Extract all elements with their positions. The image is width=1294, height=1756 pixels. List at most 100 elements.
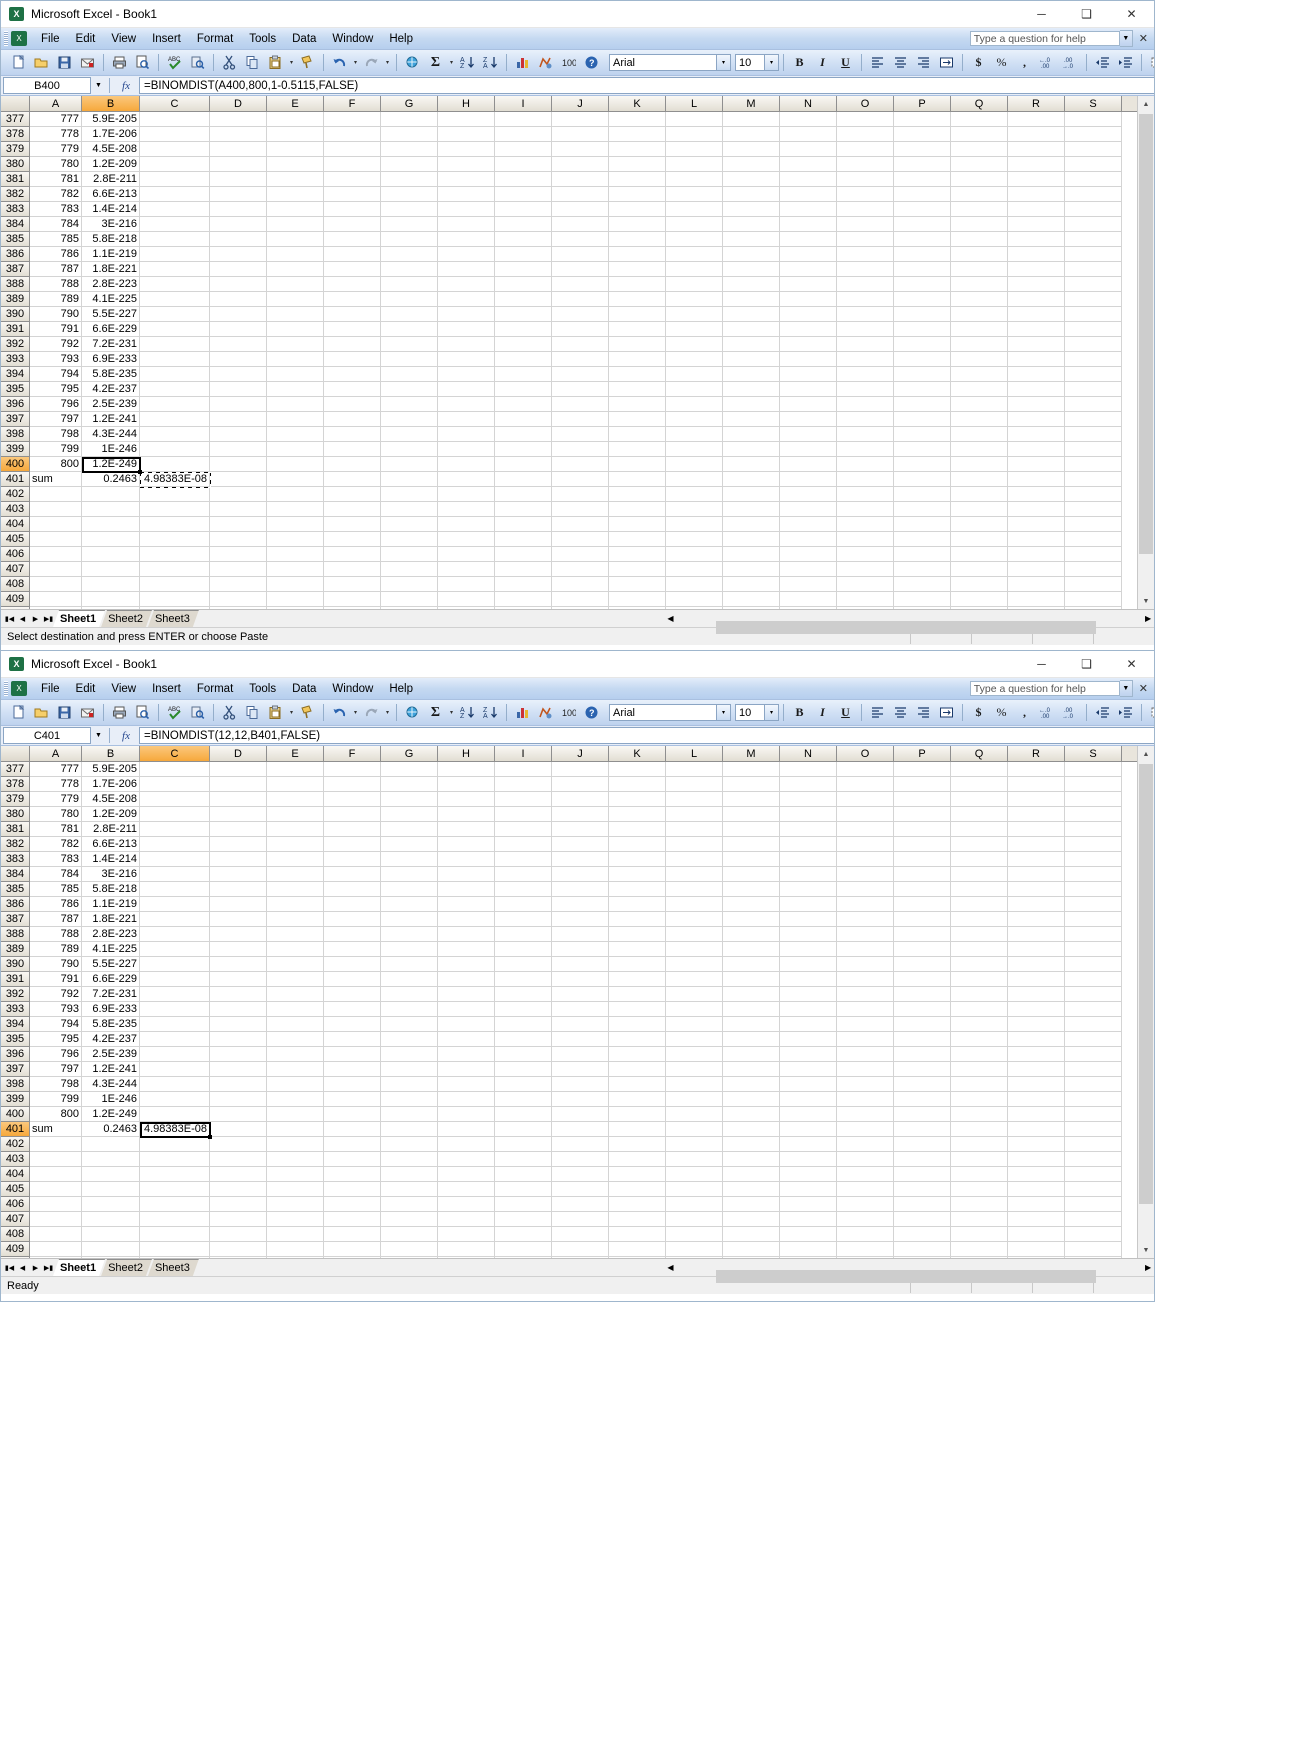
cell-B397[interactable]: 1.2E-241 bbox=[82, 1062, 140, 1077]
cell-F408[interactable] bbox=[324, 1227, 381, 1242]
cell-M393[interactable] bbox=[723, 1002, 780, 1017]
cell-M409[interactable] bbox=[723, 592, 780, 607]
table-row[interactable]: 796 2.5E-239 bbox=[30, 397, 1154, 412]
cell-B384[interactable]: 3E-216 bbox=[82, 867, 140, 882]
italic-button[interactable]: I bbox=[812, 702, 833, 723]
cell-R396[interactable] bbox=[1008, 1047, 1065, 1062]
row-header-404[interactable]: 404 bbox=[1, 1167, 30, 1182]
column-header-d[interactable]: D bbox=[210, 746, 267, 761]
menu-edit[interactable]: Edit bbox=[68, 31, 104, 47]
cell-O381[interactable] bbox=[837, 822, 894, 837]
cell-A388[interactable]: 788 bbox=[30, 277, 82, 292]
cell-Q383[interactable] bbox=[951, 852, 1008, 867]
row-header-397[interactable]: 397 bbox=[1, 412, 30, 427]
cell-I408[interactable] bbox=[495, 1227, 552, 1242]
cell-D387[interactable] bbox=[210, 262, 267, 277]
cell-H397[interactable] bbox=[438, 412, 495, 427]
cell-J408[interactable] bbox=[552, 577, 609, 592]
cell-N410[interactable] bbox=[780, 1257, 837, 1258]
mail-icon[interactable] bbox=[77, 702, 98, 723]
cell-G403[interactable] bbox=[381, 502, 438, 517]
table-row[interactable]: 790 5.5E-227 bbox=[30, 957, 1154, 972]
cell-H385[interactable] bbox=[438, 882, 495, 897]
cell-Q393[interactable] bbox=[951, 352, 1008, 367]
table-row[interactable]: 790 5.5E-227 bbox=[30, 307, 1154, 322]
paste-icon[interactable] bbox=[265, 702, 286, 723]
cell-H383[interactable] bbox=[438, 202, 495, 217]
cell-B387[interactable]: 1.8E-221 bbox=[82, 912, 140, 927]
cell-C389[interactable] bbox=[140, 292, 210, 307]
cell-A386[interactable]: 786 bbox=[30, 897, 82, 912]
cell-R401[interactable] bbox=[1008, 1122, 1065, 1137]
minimize-button[interactable]: ─ bbox=[1019, 651, 1064, 677]
cell-G409[interactable] bbox=[381, 1242, 438, 1257]
sort-descending-icon[interactable]: ZA bbox=[480, 702, 501, 723]
cell-M401[interactable] bbox=[723, 472, 780, 487]
cell-D403[interactable] bbox=[210, 1152, 267, 1167]
cell-P410[interactable] bbox=[894, 1257, 951, 1258]
cell-H401[interactable] bbox=[438, 1122, 495, 1137]
cell-B386[interactable]: 1.1E-219 bbox=[82, 247, 140, 262]
cell-M392[interactable] bbox=[723, 987, 780, 1002]
cell-A408[interactable] bbox=[30, 577, 82, 592]
cell-G393[interactable] bbox=[381, 352, 438, 367]
decrease-indent-button[interactable] bbox=[1092, 52, 1113, 73]
cell-C404[interactable] bbox=[140, 1167, 210, 1182]
cell-P385[interactable] bbox=[894, 882, 951, 897]
cell-P383[interactable] bbox=[894, 852, 951, 867]
cell-F404[interactable] bbox=[324, 1167, 381, 1182]
cell-Q410[interactable] bbox=[951, 607, 1008, 609]
cell-Q403[interactable] bbox=[951, 502, 1008, 517]
align-center-button[interactable] bbox=[890, 52, 911, 73]
table-row[interactable] bbox=[30, 1182, 1154, 1197]
cell-N398[interactable] bbox=[780, 427, 837, 442]
cell-R408[interactable] bbox=[1008, 1227, 1065, 1242]
table-row[interactable]: 786 1.1E-219 bbox=[30, 247, 1154, 262]
cell-J403[interactable] bbox=[552, 1152, 609, 1167]
tab-nav-buttons[interactable]: ▮◀ ◀ ▶ ▶▮ bbox=[1, 610, 57, 627]
cell-M400[interactable] bbox=[723, 457, 780, 472]
cell-O379[interactable] bbox=[837, 792, 894, 807]
cell-K392[interactable] bbox=[609, 337, 666, 352]
cell-K390[interactable] bbox=[609, 307, 666, 322]
cell-C409[interactable] bbox=[140, 592, 210, 607]
cell-F408[interactable] bbox=[324, 577, 381, 592]
cell-A398[interactable]: 798 bbox=[30, 1077, 82, 1092]
cell-J407[interactable] bbox=[552, 562, 609, 577]
cell-P386[interactable] bbox=[894, 897, 951, 912]
cell-C403[interactable] bbox=[140, 1152, 210, 1167]
cell-E393[interactable] bbox=[267, 352, 324, 367]
cell-I409[interactable] bbox=[495, 592, 552, 607]
cell-E385[interactable] bbox=[267, 882, 324, 897]
cell-D378[interactable] bbox=[210, 777, 267, 792]
cell-F407[interactable] bbox=[324, 562, 381, 577]
cell-A385[interactable]: 785 bbox=[30, 882, 82, 897]
cell-N389[interactable] bbox=[780, 292, 837, 307]
cell-J394[interactable] bbox=[552, 1017, 609, 1032]
cell-Q400[interactable] bbox=[951, 457, 1008, 472]
bold-button[interactable]: B bbox=[789, 702, 810, 723]
cell-L393[interactable] bbox=[666, 352, 723, 367]
cell-I397[interactable] bbox=[495, 412, 552, 427]
cell-I379[interactable] bbox=[495, 792, 552, 807]
cell-B382[interactable]: 6.6E-213 bbox=[82, 187, 140, 202]
cell-Q397[interactable] bbox=[951, 1062, 1008, 1077]
cell-H410[interactable] bbox=[438, 1257, 495, 1258]
redo-chevron-icon[interactable]: ▾ bbox=[383, 702, 392, 723]
cell-K391[interactable] bbox=[609, 322, 666, 337]
row-header-410[interactable]: 410 bbox=[1, 607, 30, 609]
cell-D396[interactable] bbox=[210, 397, 267, 412]
cell-F387[interactable] bbox=[324, 912, 381, 927]
cell-S382[interactable] bbox=[1065, 187, 1122, 202]
cell-H380[interactable] bbox=[438, 807, 495, 822]
cell-C405[interactable] bbox=[140, 532, 210, 547]
cell-O394[interactable] bbox=[837, 1017, 894, 1032]
cell-P408[interactable] bbox=[894, 577, 951, 592]
cell-M401[interactable] bbox=[723, 1122, 780, 1137]
cell-H392[interactable] bbox=[438, 337, 495, 352]
cell-P387[interactable] bbox=[894, 912, 951, 927]
cell-E390[interactable] bbox=[267, 307, 324, 322]
cell-B409[interactable] bbox=[82, 592, 140, 607]
cell-H378[interactable] bbox=[438, 127, 495, 142]
cell-A389[interactable]: 789 bbox=[30, 942, 82, 957]
